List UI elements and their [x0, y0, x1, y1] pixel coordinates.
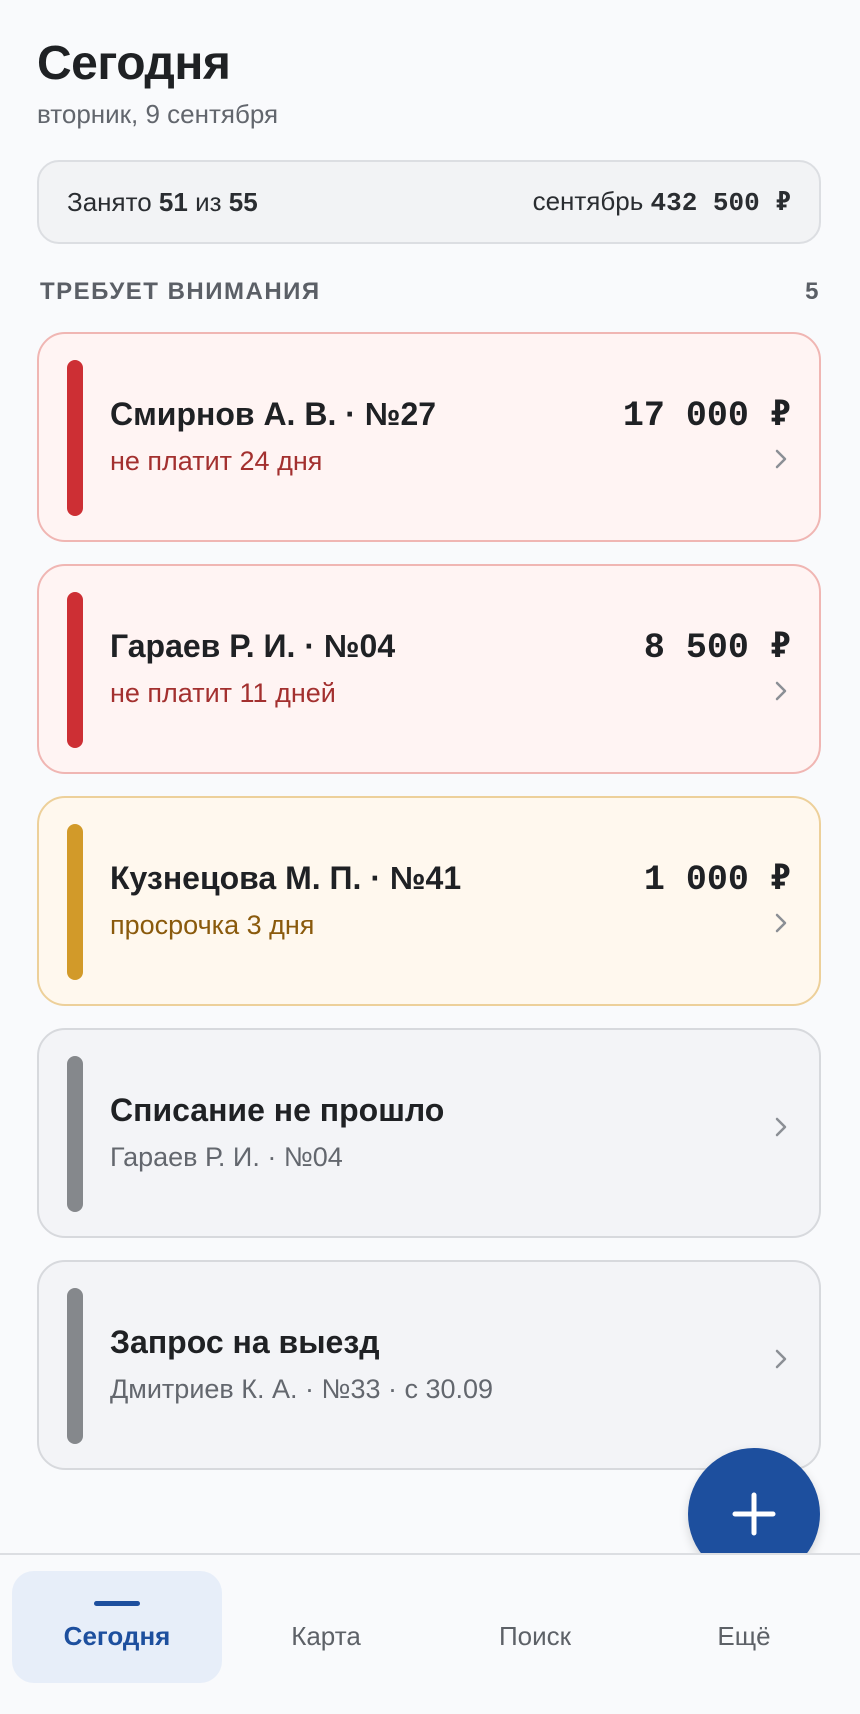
card-subtitle: Гараев Р. И. · №04 [110, 1142, 343, 1172]
nav-label: Карта [291, 1620, 361, 1651]
card-title: Смирнов А. В. · №27 [110, 396, 437, 432]
nav-label: Поиск [498, 1620, 572, 1651]
occupied-count: 51 [158, 186, 188, 217]
attention-card[interactable]: Кузнецова М. П. · №41 просрочка 3 дня 1 … [37, 796, 821, 1006]
attention-card[interactable]: Списание не прошло Гараев Р. И. · №04 [37, 1028, 821, 1238]
severity-stripe [67, 824, 83, 980]
card-subtitle: Дмитриев К. А. · №33 · с 30.09 [110, 1374, 494, 1404]
severity-stripe [67, 592, 83, 748]
card-subtitle: просрочка 3 дня [110, 910, 315, 940]
occupied-label: Занято [67, 186, 152, 217]
chevron-right-icon [771, 676, 791, 706]
nav-label: Сегодня [63, 1620, 171, 1651]
total-count: 55 [228, 186, 258, 217]
nav-item-search[interactable]: Поиск [430, 1571, 640, 1683]
card-subtitle: не платит 11 дней [110, 678, 336, 708]
attention-card[interactable]: Запрос на выезд Дмитриев К. А. · №33 · с… [37, 1260, 821, 1470]
severity-stripe [67, 360, 83, 516]
card-amount: 1 000 ₽ [643, 860, 791, 900]
nav-item-today[interactable]: Сегодня [12, 1571, 222, 1683]
attention-card[interactable]: Смирнов А. В. · №27 не платит 24 дня 17 … [37, 332, 821, 542]
month-label: сентябрь [532, 186, 644, 216]
attention-section-header: ТРЕБУЕТ ВНИМАНИЯ 5 [40, 278, 820, 306]
page-date: вторник, 9 сентября [37, 99, 279, 129]
nav-item-more[interactable]: Ещё [639, 1571, 849, 1683]
severity-stripe [67, 1056, 83, 1212]
month-revenue: сентябрь 432 500 ₽ [533, 186, 791, 218]
active-indicator [94, 1601, 140, 1606]
attention-count: 5 [805, 278, 820, 305]
card-title: Кузнецова М. П. · №41 [110, 860, 462, 896]
of-label: из [195, 186, 222, 217]
attention-card[interactable]: Гараев Р. И. · №04 не платит 11 дней 8 5… [37, 564, 821, 774]
card-amount: 17 000 ₽ [622, 396, 791, 436]
page-header: Сегодня вторник, 9 сентября [37, 32, 278, 130]
card-subtitle: не платит 24 дня [110, 446, 323, 476]
chevron-right-icon [771, 444, 791, 474]
plus-icon [732, 1492, 776, 1536]
page-title: Сегодня [37, 37, 231, 90]
section-title: ТРЕБУЕТ ВНИМАНИЯ [40, 278, 321, 305]
card-title: Списание не прошло [110, 1092, 445, 1128]
nav-label: Ещё [717, 1620, 771, 1651]
severity-stripe [67, 1288, 83, 1444]
card-title: Гараев Р. И. · №04 [110, 628, 396, 664]
summary-bar: Занято 51 из 55 сентябрь 432 500 ₽ [37, 160, 821, 244]
card-amount: 8 500 ₽ [643, 628, 791, 668]
chevron-right-icon [771, 1112, 791, 1142]
month-amount: 432 500 ₽ [650, 188, 791, 218]
chevron-right-icon [771, 908, 791, 938]
bottom-nav: Сегодня Карта Поиск Ещё [0, 1553, 860, 1714]
chevron-right-icon [771, 1344, 791, 1374]
card-title: Запрос на выезд [110, 1324, 380, 1360]
nav-item-map[interactable]: Карта [221, 1571, 431, 1683]
occupancy-summary: Занято 51 из 55 [67, 187, 258, 218]
